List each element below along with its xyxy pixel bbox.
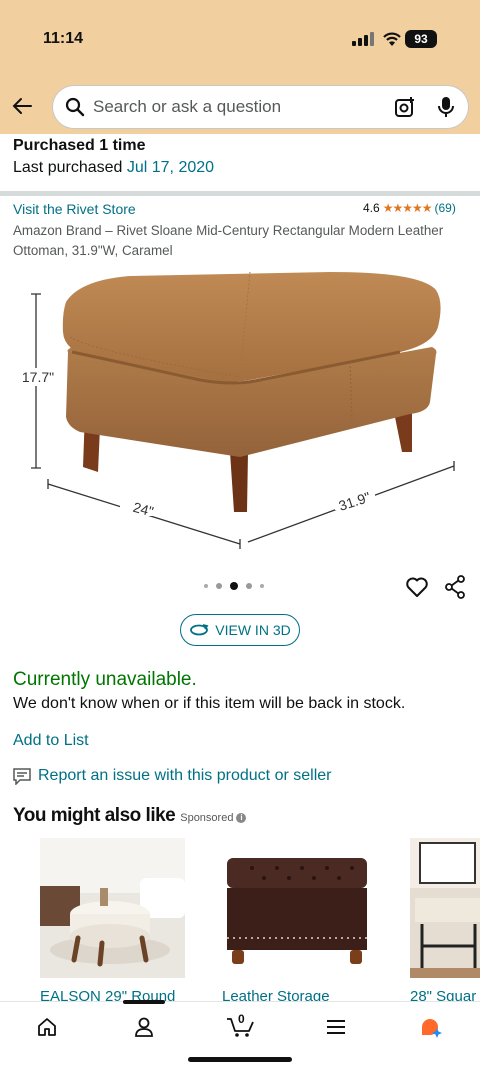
recommendation-card[interactable]: 28" Squar bbox=[410, 838, 480, 1005]
camera-search-icon[interactable] bbox=[394, 96, 416, 118]
cellular-signal-icon bbox=[352, 32, 374, 46]
carousel-dot[interactable] bbox=[204, 584, 208, 588]
last-purchased-label: Last purchased bbox=[13, 159, 127, 176]
carousel-dot[interactable] bbox=[260, 584, 264, 588]
sponsored-text: Sponsored bbox=[180, 812, 234, 824]
purchase-count: Purchased 1 time bbox=[13, 137, 146, 154]
info-icon[interactable]: i bbox=[236, 813, 247, 823]
back-arrow-icon[interactable] bbox=[10, 94, 34, 118]
rating-value: 4.6 bbox=[363, 201, 380, 215]
dim-height-label: 17.7" bbox=[22, 369, 54, 385]
battery-indicator: 93 bbox=[405, 30, 437, 48]
clock: 11:14 bbox=[43, 30, 84, 47]
active-tab-indicator bbox=[123, 1000, 165, 1004]
sponsored-label[interactable]: Sponsored i bbox=[180, 812, 247, 824]
carousel-dot-active[interactable] bbox=[230, 582, 238, 590]
add-to-list-link[interactable]: Add to List bbox=[13, 732, 89, 750]
purchase-history: Purchased 1 time Last purchased Jul 17, … bbox=[13, 137, 214, 181]
square-ottoman-image bbox=[410, 838, 480, 978]
report-issue-label: Report an issue with this product or sel… bbox=[38, 767, 332, 784]
cart-count: 0 bbox=[238, 1012, 245, 1026]
search-icon bbox=[65, 97, 85, 117]
store-link[interactable]: Visit the Rivet Store bbox=[13, 201, 136, 217]
round-ottoman-image bbox=[40, 838, 185, 978]
wifi-icon bbox=[383, 32, 401, 46]
share-icon[interactable] bbox=[444, 575, 466, 599]
image-carousel-indicator[interactable] bbox=[204, 582, 264, 590]
status-bar: 11:14 93 bbox=[0, 22, 480, 52]
home-indicator[interactable] bbox=[188, 1057, 292, 1062]
home-icon[interactable] bbox=[36, 1016, 58, 1038]
recommendations-heading: You might also like Sponsored i bbox=[13, 805, 247, 827]
recommendation-card[interactable]: Leather Storage bbox=[222, 838, 367, 1005]
report-flag-icon bbox=[13, 767, 31, 785]
review-count[interactable]: (69) bbox=[434, 201, 455, 215]
recommendation-image[interactable] bbox=[410, 838, 480, 978]
recommendation-image[interactable] bbox=[40, 838, 185, 978]
microphone-icon[interactable] bbox=[437, 96, 455, 118]
recommendation-image[interactable] bbox=[222, 838, 367, 978]
report-issue-link[interactable]: Report an issue with this product or sel… bbox=[13, 767, 331, 785]
product-image[interactable]: 17.7" 24" 31.9" bbox=[0, 262, 480, 562]
menu-icon[interactable] bbox=[325, 1016, 347, 1038]
star-rating-icon: ★★★★★ bbox=[382, 201, 433, 215]
section-divider bbox=[0, 191, 480, 196]
carousel-dot[interactable] bbox=[216, 583, 222, 589]
search-input[interactable]: Search or ask a question bbox=[93, 97, 281, 117]
availability-status: Currently unavailable. bbox=[13, 669, 197, 690]
carousel-dot[interactable] bbox=[246, 583, 252, 589]
recommendations-title: You might also like bbox=[13, 805, 176, 826]
last-purchased: Last purchased Jul 17, 2020 bbox=[13, 155, 214, 181]
availability-detail: We don't know when or if this item will … bbox=[13, 695, 406, 712]
heart-icon[interactable] bbox=[405, 575, 429, 599]
last-purchased-date-link[interactable]: Jul 17, 2020 bbox=[127, 159, 214, 176]
cart-button[interactable]: 0 bbox=[226, 1012, 256, 1038]
recommendation-card[interactable]: EALSON 29" Round bbox=[40, 838, 185, 1005]
search-bar[interactable]: Search or ask a question bbox=[53, 86, 468, 128]
storage-ottoman-image bbox=[222, 838, 367, 978]
product-title: Amazon Brand – Rivet Sloane Mid-Century … bbox=[13, 223, 444, 258]
view-in-3d-button[interactable]: VIEW IN 3D bbox=[180, 614, 300, 646]
account-icon[interactable] bbox=[133, 1016, 155, 1038]
view-in-3d-label: VIEW IN 3D bbox=[215, 622, 291, 638]
rufus-assistant-icon[interactable] bbox=[420, 1016, 442, 1038]
header: 11:14 93 Search or ask a question bbox=[0, 0, 480, 134]
rotate-3d-icon bbox=[190, 624, 209, 636]
rating-summary[interactable]: 4.6 ★★★★★ (69) bbox=[363, 201, 456, 215]
